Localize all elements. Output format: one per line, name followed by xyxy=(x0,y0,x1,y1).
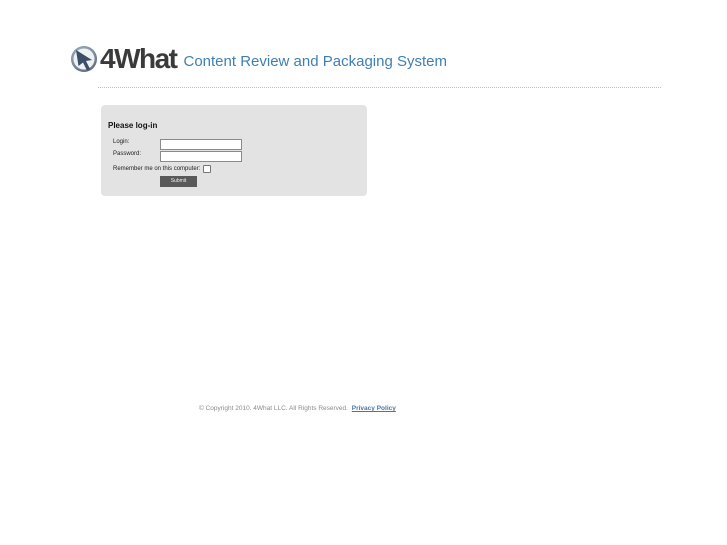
login-panel: Please log-in Login: Password: Remember … xyxy=(101,105,367,196)
cursor-arrow-circle-icon xyxy=(70,44,100,74)
password-label: Password: xyxy=(113,151,142,157)
remember-me-label: Remember me on this computer: xyxy=(113,166,201,172)
logo-text: 4What xyxy=(100,43,178,74)
site-title: Content Review and Packaging System xyxy=(183,53,447,70)
header: 4What Content Review and Packaging Syste… xyxy=(70,40,447,74)
privacy-policy-link[interactable]: Privacy Policy xyxy=(352,405,396,412)
footer: © Copyright 2010. 4What LLC. All Rights … xyxy=(199,405,396,412)
login-heading: Please log-in xyxy=(108,121,158,130)
remember-me-checkbox[interactable] xyxy=(203,165,211,173)
password-input[interactable] xyxy=(160,151,242,162)
page: 4What Content Review and Packaging Syste… xyxy=(0,0,727,545)
logo: 4What xyxy=(70,43,178,74)
submit-button[interactable]: Submit xyxy=(160,176,197,187)
login-input[interactable] xyxy=(160,139,242,150)
copyright-text: © Copyright 2010. 4What LLC. All Rights … xyxy=(199,405,348,412)
header-divider xyxy=(98,87,661,88)
login-label: Login: xyxy=(113,139,130,145)
